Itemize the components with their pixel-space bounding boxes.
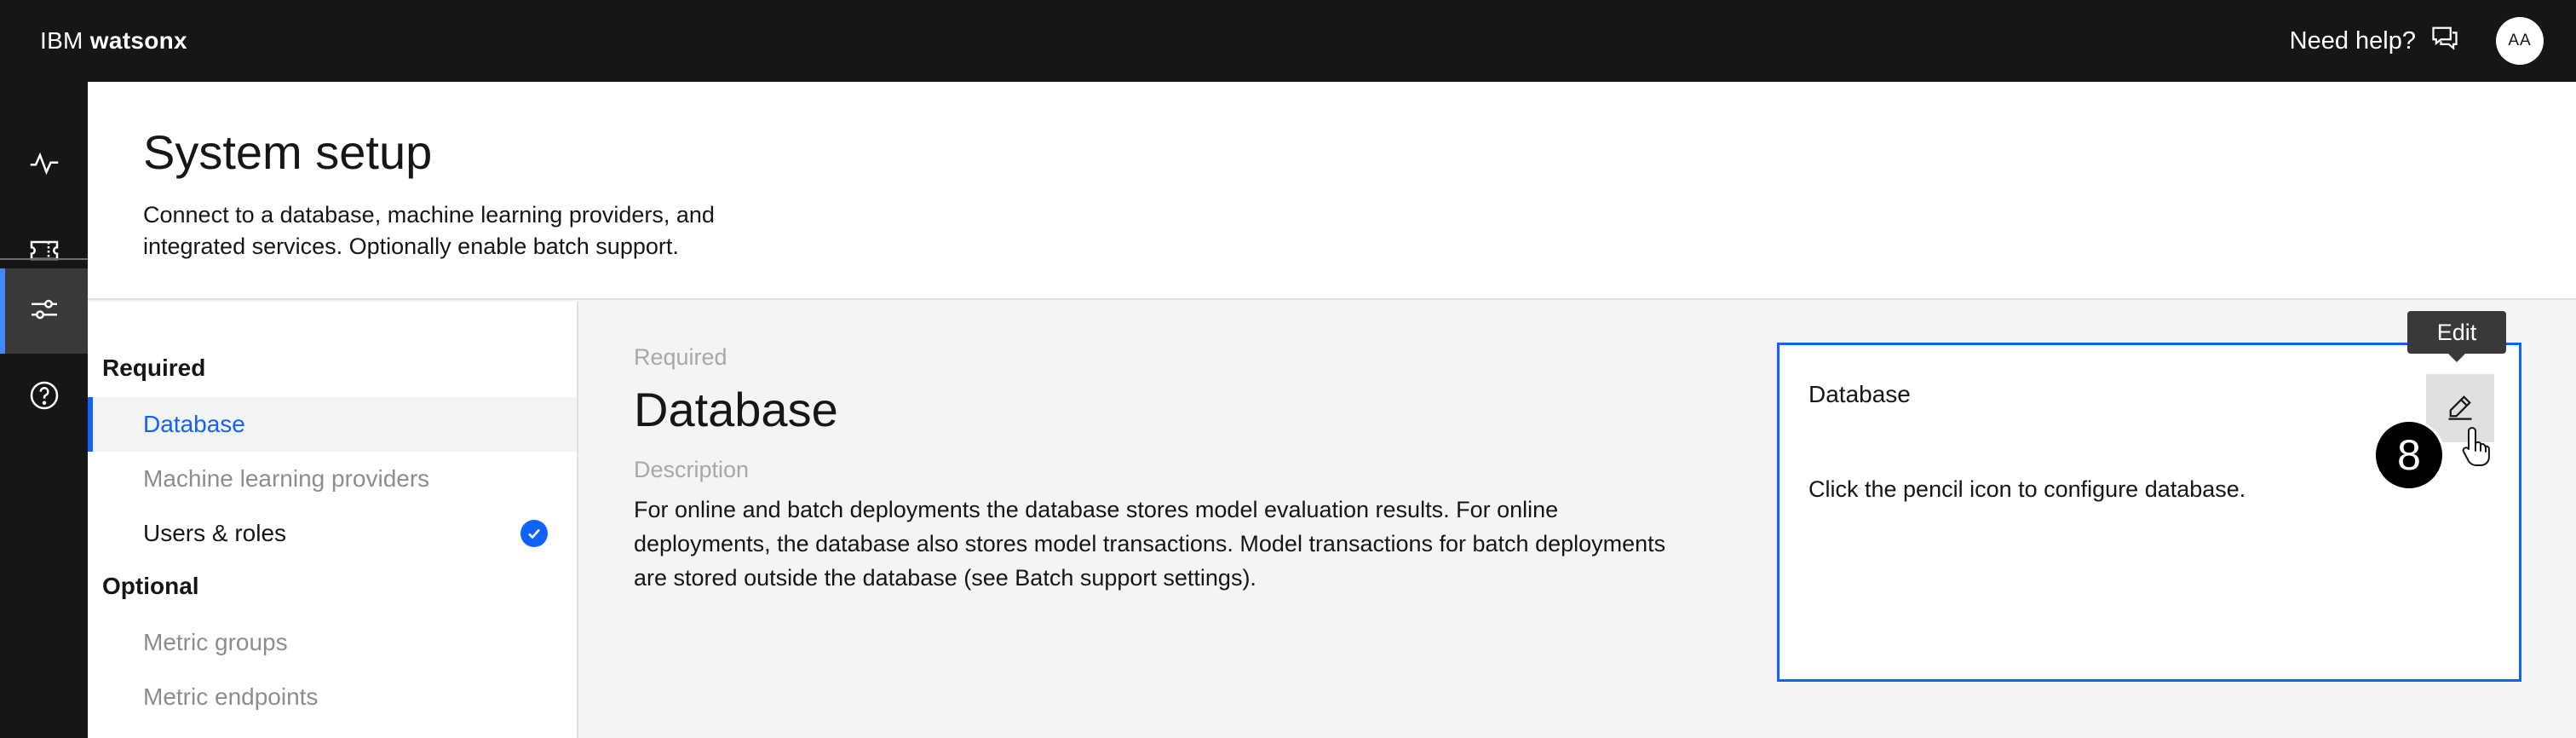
setup-item-ml-providers[interactable]: Machine learning providers: [88, 452, 577, 506]
setup-item-database[interactable]: Database: [88, 397, 577, 452]
setup-item-metric-endpoints[interactable]: Metric endpoints: [88, 670, 577, 724]
brand-prefix: IBM: [40, 27, 83, 54]
setup-item-label: Metric endpoints: [143, 683, 319, 710]
page-description: Connect to a database, machine learning …: [143, 202, 715, 259]
user-avatar[interactable]: AA: [2496, 17, 2544, 65]
setup-navigation: Required Database Machine learning provi…: [88, 302, 578, 738]
need-help-label: Need help?: [2289, 26, 2416, 55]
brand-logo[interactable]: IBM watsonx: [40, 0, 187, 82]
detail-eyebrow: Required: [634, 344, 727, 370]
setup-item-label: Database: [143, 411, 245, 437]
nav-divider: [0, 258, 88, 260]
required-heading: Required: [102, 355, 206, 381]
pencil-icon: [2445, 391, 2475, 426]
help-icon: [27, 378, 61, 417]
description-label: Description: [634, 457, 750, 482]
setup-item-label: Users & roles: [143, 520, 287, 546]
setup-item-users-roles[interactable]: Users & roles: [88, 506, 577, 561]
hand-cursor-icon: [2460, 424, 2499, 467]
edit-tooltip: Edit: [2407, 311, 2506, 362]
setup-item-label: Metric groups: [143, 629, 288, 655]
card-title: Database: [1808, 381, 1911, 407]
setup-item-metric-groups[interactable]: Metric groups: [88, 615, 577, 670]
need-help-link[interactable]: Need help?: [2290, 0, 2460, 82]
side-navigation: [0, 82, 88, 738]
page-header: System setup Connect to a database, mach…: [88, 82, 2576, 300]
optional-heading: Optional: [102, 573, 199, 599]
ticket-icon: [27, 234, 61, 272]
nav-help[interactable]: [0, 355, 88, 440]
activity-icon: [27, 147, 61, 185]
database-card: Database Click the pencil icon to config…: [1777, 343, 2521, 682]
nav-monitoring[interactable]: [0, 123, 88, 208]
checkmark-icon: [520, 520, 548, 547]
setup-item-label: Machine learning providers: [143, 465, 430, 492]
detail-description: For online and batch deployments the dat…: [634, 497, 1666, 591]
detail-title: Database: [634, 383, 838, 436]
settings-adjust-icon: [27, 292, 61, 331]
top-bar: IBM watsonx Need help? AA: [0, 0, 2576, 82]
chat-icon: [2429, 22, 2460, 60]
step-number-badge: 8: [2373, 419, 2445, 491]
nav-system-setup[interactable]: [0, 268, 88, 354]
card-message: Click the pencil icon to configure datab…: [1808, 476, 2246, 502]
brand-name: watsonx: [89, 27, 187, 54]
page-title: System setup: [143, 125, 433, 179]
